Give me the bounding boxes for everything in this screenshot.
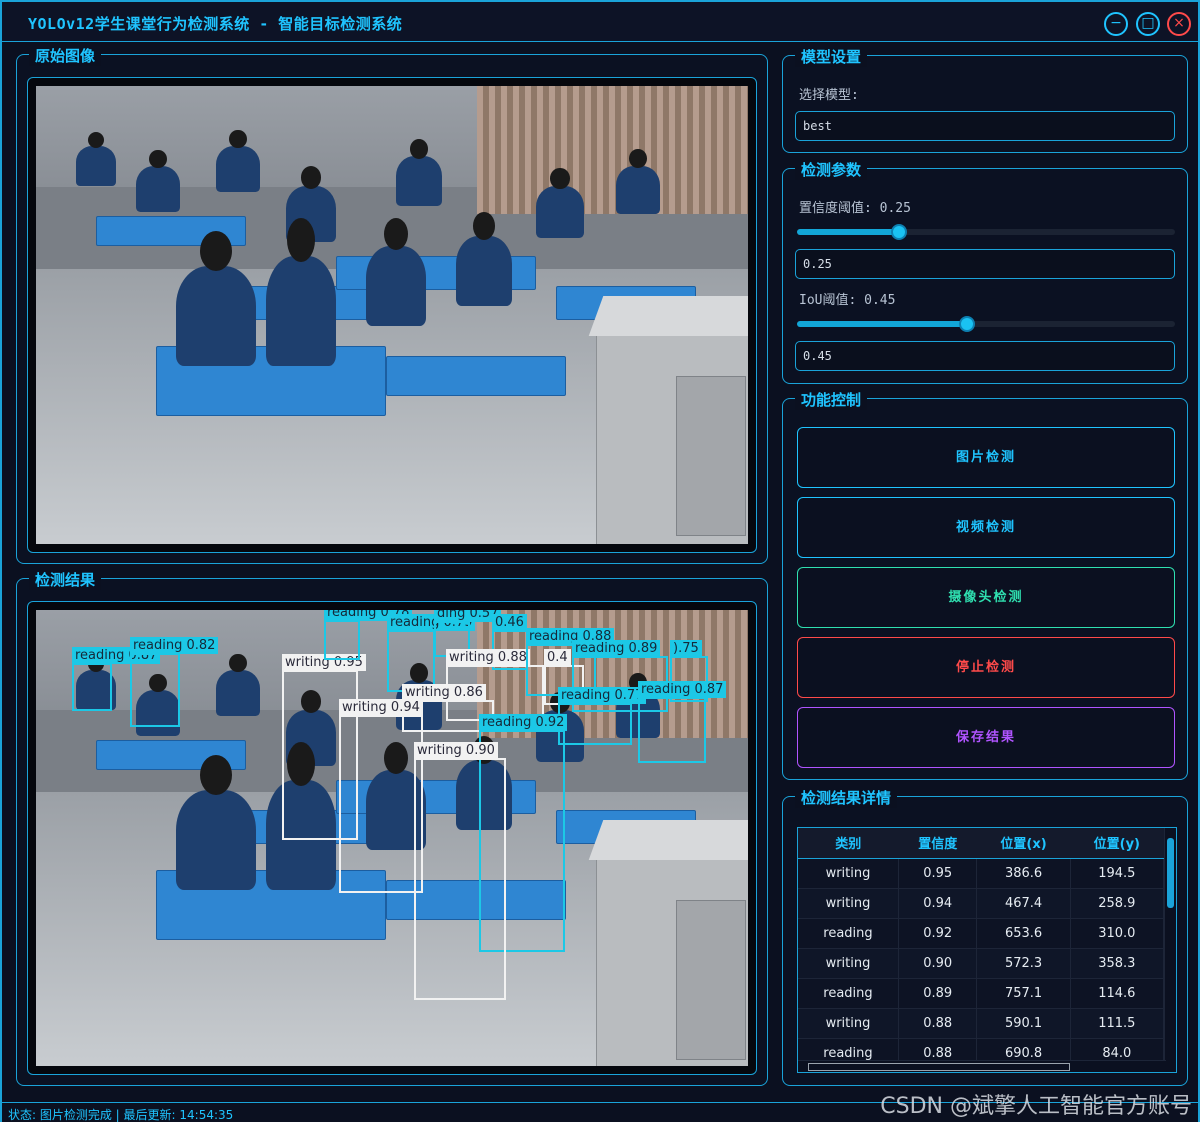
close-icon[interactable]: × [1167,12,1191,36]
column-header[interactable]: 位置(y) [1070,828,1164,859]
original-image-frame [27,77,757,553]
detection-label: writing 0.90 [414,742,498,759]
select-model-label: 选择模型: [799,88,859,103]
table-cell: writing [798,858,899,889]
detection-box: reading 0.77 [558,687,647,745]
title-bar[interactable]: YOLOv12学生课堂行为检测系统 - 智能目标检测系统 − □ × [2,2,1198,42]
table-cell: 757.1 [976,978,1071,1009]
table-row[interactable]: writing 0.94 467.4 258.9 [798,888,1165,919]
save-result-button[interactable]: 保存结果 [797,707,1175,768]
horizontal-scrollbar-thumb[interactable] [808,1063,1070,1071]
table-cell: 386.6 [976,858,1071,889]
detection-params-panel: 检测参数 置信度阈值: 0.25 0.25 IoU阈值: 0.45 0.45 [782,159,1188,384]
detection-label: reading 0.92 [479,714,568,731]
table-row[interactable]: reading 0.92 653.6 310.0 [798,918,1165,949]
detection-label: writing 0.94 [339,699,423,716]
maximize-icon[interactable]: □ [1136,12,1160,36]
model-settings-panel: 模型设置 选择模型: best [782,46,1188,153]
table-cell: 653.6 [976,918,1071,949]
iou-slider-fill [797,321,967,327]
detection-box: reading 0.78 [324,610,413,660]
detection-box: writing 0.90 [414,742,506,1000]
confidence-slider[interactable] [797,224,1175,240]
table-row[interactable]: reading 0.89 757.1 114.6 [798,978,1165,1009]
table-cell: 0.89 [898,978,978,1009]
iou-slider[interactable] [797,316,1175,332]
iou-input[interactable]: 0.45 [795,341,1175,371]
table-cell: 194.5 [1070,858,1165,889]
result-image: reading 0.87 reading 0.82 writing 0.95 r… [36,610,748,1066]
function-controls-title: 功能控制 [795,389,868,410]
table-cell: 310.0 [1070,918,1165,949]
table-cell: writing [798,1008,899,1039]
column-header[interactable]: 类别 [798,828,899,859]
detection-label: reading 0.77 [558,687,647,704]
detection-label: reading 0.89 [572,640,661,657]
table-row[interactable]: writing 0.90 572.3 358.3 [798,948,1165,979]
column-header[interactable]: 位置(x) [976,828,1071,859]
detection-box: reading 0.87 [638,681,727,763]
table-header-row: 类别 置信度 位置(x) 位置(y) [798,828,1164,859]
detection-params-title: 检测参数 [795,159,868,180]
result-details-title: 检测结果详情 [795,787,898,808]
vertical-scrollbar-thumb[interactable] [1167,838,1174,908]
table-cell: writing [798,948,899,979]
table-cell: 0.88 [898,1008,978,1039]
app-window: YOLOv12学生课堂行为检测系统 - 智能目标检测系统 − □ × 原始图像 [0,0,1200,1122]
result-image-frame: reading 0.87 reading 0.82 writing 0.95 r… [27,601,757,1075]
table-cell: 114.6 [1070,978,1165,1009]
table-row[interactable]: writing 0.88 590.1 111.5 [798,1008,1165,1039]
watermark: CSDN @斌擎人工智能官方账号 [880,1094,1192,1119]
model-select[interactable]: best [795,111,1175,141]
result-table-container[interactable]: 类别 置信度 位置(x) 位置(y) writing 0.95 386.6 194.5… [797,827,1177,1073]
table-cell: 572.3 [976,948,1071,979]
table-cell: 0.90 [898,948,978,979]
video-detect-button[interactable]: 视频检测 [797,497,1175,558]
table-cell: reading [798,978,899,1009]
result-table: 类别 置信度 位置(x) 位置(y) writing 0.95 386.6 194.5… [798,828,1165,1069]
result-details-panel: 检测结果详情 类别 置信度 位置(x) 位置(y) writing 0.95 386… [782,787,1188,1086]
confidence-input[interactable]: 0.25 [795,249,1175,279]
table-cell: 111.5 [1070,1008,1165,1039]
table-cell: 358.3 [1070,948,1165,979]
table-row[interactable]: writing 0.95 386.6 194.5 [798,858,1165,889]
vertical-scrollbar[interactable] [1164,828,1176,1072]
table-cell: 0.95 [898,858,978,889]
detection-box: reading 0.79 [387,614,476,692]
image-detect-button[interactable]: 图片检测 [797,427,1175,488]
detection-box: reading 0.87 [72,647,161,711]
detection-label: ).75 [670,640,702,657]
stop-detect-button[interactable]: 停止检测 [797,637,1175,698]
detection-box: writing 0.94 [339,699,423,893]
confidence-slider-fill [797,229,899,235]
minimize-icon[interactable]: − [1104,12,1128,36]
original-image-panel: 原始图像 [16,45,768,564]
table-cell: reading [798,918,899,949]
table-cell: 0.94 [898,888,978,919]
column-header[interactable]: 置信度 [898,828,977,859]
detection-label: writing 0.88 [446,649,530,666]
detection-result-title: 检测结果 [29,569,102,590]
detection-label: reading 0.87 [638,681,727,698]
detection-label: reading 0.82 [130,637,219,654]
detection-box: reading 0.82 [130,637,219,727]
iou-slider-handle[interactable] [959,316,975,332]
horizontal-scrollbar[interactable] [798,1060,1166,1072]
confidence-label: 置信度阈值: 0.25 [799,201,911,216]
detection-result-panel: 检测结果 reading 0.87 reading 0.82 writing 0… [16,569,768,1086]
original-image-title: 原始图像 [29,45,102,66]
table-cell: 258.9 [1070,888,1165,919]
camera-detect-button[interactable]: 摄像头检测 [797,567,1175,628]
original-image [36,86,748,544]
function-controls-panel: 功能控制 图片检测 视频检测 摄像头检测 停止检测 保存结果 [782,389,1188,780]
table-cell: writing [798,888,899,919]
window-title: YOLOv12学生课堂行为检测系统 - 智能目标检测系统 [28,15,403,33]
iou-label: IoU阈值: 0.45 [799,293,896,308]
table-cell: 467.4 [976,888,1071,919]
confidence-slider-handle[interactable] [891,224,907,240]
model-settings-title: 模型设置 [795,46,868,67]
table-cell: 0.92 [898,918,978,949]
detection-label: 0.46 [492,614,527,631]
table-cell: 590.1 [976,1008,1071,1039]
